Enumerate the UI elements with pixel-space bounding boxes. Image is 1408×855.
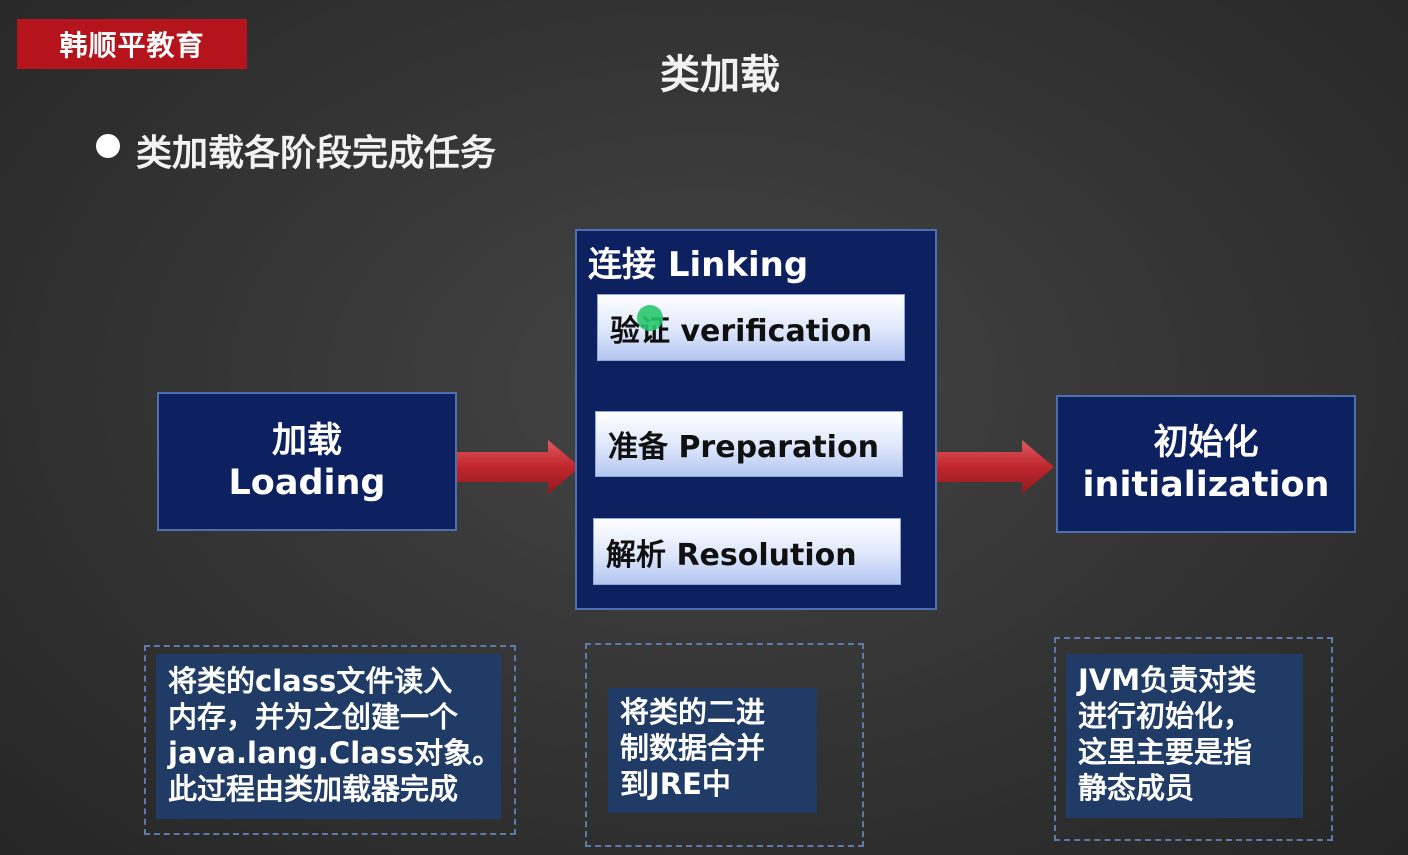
desc-initialization-line: 进行初始化， bbox=[1078, 699, 1253, 733]
desc-initialization: JVM负责对类 进行初始化， 这里主要是指 静态成员 bbox=[1066, 654, 1303, 818]
desc-loading-line: 内存，并为之创建一个 bbox=[168, 700, 459, 734]
arrow-loading-to-linking bbox=[455, 440, 580, 494]
desc-initialization-line: JVM负责对类 bbox=[1078, 663, 1257, 697]
desc-linking-line: 将类的二进 bbox=[620, 695, 766, 729]
step-resolution: 解析 Resolution bbox=[593, 518, 901, 585]
stage-initialization: 初始化 initialization bbox=[1056, 395, 1356, 533]
desc-loading-line: 将类的class文件读入 bbox=[168, 664, 453, 698]
desc-linking: 将类的二进 制数据合并 到JRE中 bbox=[608, 688, 817, 813]
desc-loading: 将类的class文件读入 内存，并为之创建一个 java.lang.Class对… bbox=[156, 654, 501, 819]
desc-linking-line: 制数据合并 bbox=[620, 731, 766, 765]
desc-initialization-line: 这里主要是指 bbox=[1078, 735, 1253, 769]
desc-loading-line: 此过程由类加载器完成 bbox=[168, 772, 459, 806]
desc-loading-line: java.lang.Class对象。 bbox=[168, 736, 502, 770]
stage-loading-zh: 加载 bbox=[271, 420, 342, 461]
desc-initialization-line: 静态成员 bbox=[1078, 771, 1195, 805]
desc-linking-line: 到JRE中 bbox=[620, 767, 731, 801]
pointer-cursor-icon bbox=[637, 305, 663, 331]
stage-initialization-en: initialization bbox=[1082, 465, 1330, 505]
stage-loading: 加载 Loading bbox=[157, 392, 457, 531]
stage-initialization-zh: 初始化 bbox=[1153, 423, 1259, 463]
step-preparation: 准备 Preparation bbox=[595, 411, 903, 477]
arrow-linking-to-initialization bbox=[935, 440, 1054, 494]
stage-linking-title: 连接 Linking bbox=[588, 245, 809, 285]
stage-loading-en: Loading bbox=[228, 462, 386, 503]
